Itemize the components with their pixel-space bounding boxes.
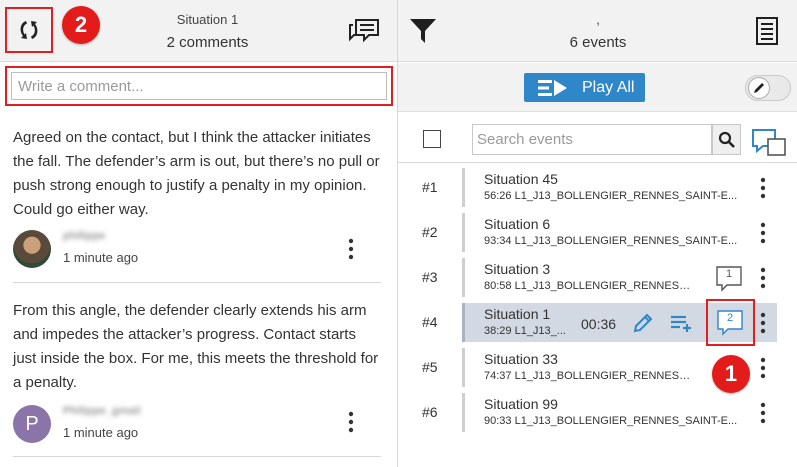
comment-input[interactable] bbox=[11, 72, 387, 100]
edit-icon bbox=[633, 313, 653, 333]
toggle-knob bbox=[748, 77, 770, 99]
comment-count-label: 2 comments bbox=[166, 34, 249, 51]
event-menu-button[interactable] bbox=[753, 355, 773, 381]
comment-count-value: 1 bbox=[725, 268, 733, 280]
kebab-icon bbox=[760, 357, 766, 379]
report-button[interactable] bbox=[754, 16, 780, 46]
author-name: Philippe_gmail bbox=[63, 405, 141, 417]
event-name: Situation 99 bbox=[484, 396, 558, 412]
event-number: #1 bbox=[422, 179, 438, 195]
edit-mode-toggle[interactable] bbox=[745, 75, 791, 101]
chat-icon bbox=[349, 19, 379, 43]
add-to-playlist-icon bbox=[671, 315, 691, 332]
pencil-icon bbox=[754, 83, 764, 93]
comment-author: philippe 1 minute ago bbox=[13, 230, 381, 270]
event-count-label: 6 events bbox=[569, 34, 627, 51]
event-meta: 74:37 L1_J13_BOLLENGIER_RENNES_SAINT-E..… bbox=[484, 370, 694, 382]
comments-header: 2 Situation 1 2 comments bbox=[0, 0, 397, 62]
play-all-icon bbox=[538, 79, 567, 96]
comment-time: 1 minute ago bbox=[63, 250, 139, 265]
event-number: #6 bbox=[422, 404, 438, 420]
kebab-icon bbox=[348, 238, 354, 260]
event-number: #5 bbox=[422, 359, 438, 375]
comment-divider bbox=[13, 456, 381, 457]
report-icon bbox=[756, 17, 778, 45]
event-card[interactable]: Situation 6 93:34 L1_J13_BOLLENGIER_RENN… bbox=[462, 213, 777, 252]
filter-icon bbox=[410, 19, 436, 43]
event-meta: 38:29 L1_J13_... bbox=[484, 325, 566, 337]
events-header: , 6 events bbox=[398, 0, 797, 62]
event-menu-button[interactable] bbox=[753, 220, 773, 246]
event-row[interactable]: #6 Situation 99 90:33 L1_J13_BOLLENGIER_… bbox=[398, 390, 797, 435]
author-name: philippe bbox=[63, 230, 106, 242]
avatar: P bbox=[13, 405, 51, 443]
event-meta: 90:33 L1_J13_BOLLENGIER_RENNES_SAINT-E..… bbox=[484, 415, 738, 427]
event-name: Situation 33 bbox=[484, 351, 558, 367]
comment-menu-button[interactable] bbox=[341, 409, 361, 435]
comment-time: 1 minute ago bbox=[63, 425, 139, 440]
comment-author: P Philippe_gmail 1 minute ago bbox=[13, 405, 381, 445]
comments-filter-button[interactable] bbox=[751, 127, 787, 157]
search-button[interactable] bbox=[712, 124, 741, 155]
event-row[interactable]: #2 Situation 6 93:34 L1_J13_BOLLENGIER_R… bbox=[398, 210, 797, 255]
event-row[interactable]: #1 Situation 45 56:26 L1_J13_BOLLENGIER_… bbox=[398, 165, 797, 210]
edit-event-button[interactable] bbox=[630, 310, 656, 336]
kebab-icon bbox=[760, 312, 766, 334]
comments-filter-icon bbox=[752, 129, 786, 156]
refresh-icon bbox=[20, 21, 38, 39]
add-to-playlist-button[interactable] bbox=[668, 310, 694, 336]
annotation-marker-2: 2 bbox=[62, 6, 100, 44]
annotation-marker-1: 1 bbox=[712, 355, 750, 393]
events-panel: , 6 events Play All Search events #1 Sit… bbox=[398, 0, 797, 467]
event-card[interactable]: Situation 45 56:26 L1_J13_BOLLENGIER_REN… bbox=[462, 168, 777, 207]
avatar bbox=[13, 230, 51, 268]
play-all-label: Play All bbox=[582, 78, 635, 96]
event-number: #2 bbox=[422, 224, 438, 240]
search-input[interactable] bbox=[472, 124, 712, 155]
event-meta: 80:58 L1_J13_BOLLENGIER_RENNES_SAINT-E..… bbox=[484, 280, 694, 292]
kebab-icon bbox=[760, 402, 766, 424]
comment-text: Agreed on the contact, but I think the a… bbox=[13, 129, 380, 218]
situation-title: Situation 1 bbox=[176, 12, 239, 27]
event-name: Situation 6 bbox=[484, 216, 551, 232]
refresh-button[interactable] bbox=[5, 7, 53, 53]
chat-button[interactable] bbox=[346, 15, 382, 47]
event-meta: 93:34 L1_J13_BOLLENGIER_RENNES_SAINT-E..… bbox=[484, 235, 738, 247]
kebab-icon bbox=[348, 411, 354, 433]
events-toolbar: Play All bbox=[398, 63, 797, 112]
events-search-row bbox=[398, 113, 797, 163]
comment-input-wrapper bbox=[5, 66, 393, 106]
event-menu-button[interactable] bbox=[753, 265, 773, 291]
filter-button[interactable] bbox=[408, 16, 438, 46]
event-number: #3 bbox=[422, 269, 438, 285]
search-icon bbox=[718, 131, 735, 148]
event-menu-button[interactable] bbox=[753, 175, 773, 201]
comment-item: Agreed on the contact, but I think the a… bbox=[13, 126, 383, 222]
kebab-icon bbox=[760, 177, 766, 199]
play-all-button[interactable]: Play All bbox=[524, 73, 645, 102]
event-name: Situation 3 bbox=[484, 261, 551, 277]
comment-count-button[interactable]: 1 bbox=[715, 265, 743, 292]
comment-item: From this angle, the defender clearly ex… bbox=[13, 299, 383, 395]
event-name: Situation 1 bbox=[484, 306, 551, 322]
event-name: Situation 45 bbox=[484, 171, 558, 187]
event-menu-button[interactable] bbox=[753, 400, 773, 426]
comment-divider bbox=[13, 282, 381, 283]
select-all-checkbox[interactable] bbox=[423, 130, 441, 148]
kebab-icon bbox=[760, 267, 766, 289]
event-number: #4 bbox=[422, 314, 438, 330]
annotation-highlight-box bbox=[706, 299, 755, 346]
event-meta: 56:26 L1_J13_BOLLENGIER_RENNES_SAINT-E..… bbox=[484, 190, 738, 202]
kebab-icon bbox=[760, 222, 766, 244]
event-row[interactable]: #3 Situation 3 80:58 L1_J13_BOLLENGIER_R… bbox=[398, 255, 797, 300]
event-duration: 00:36 bbox=[581, 316, 617, 332]
comment-menu-button[interactable] bbox=[341, 236, 361, 262]
comment-text: From this angle, the defender clearly ex… bbox=[13, 302, 379, 391]
event-card[interactable]: Situation 99 90:33 L1_J13_BOLLENGIER_REN… bbox=[462, 393, 777, 432]
playlist-title: , bbox=[596, 12, 600, 27]
comments-panel: 2 Situation 1 2 comments 3 Agreed on the… bbox=[0, 0, 442, 467]
event-menu-button[interactable] bbox=[753, 310, 773, 336]
